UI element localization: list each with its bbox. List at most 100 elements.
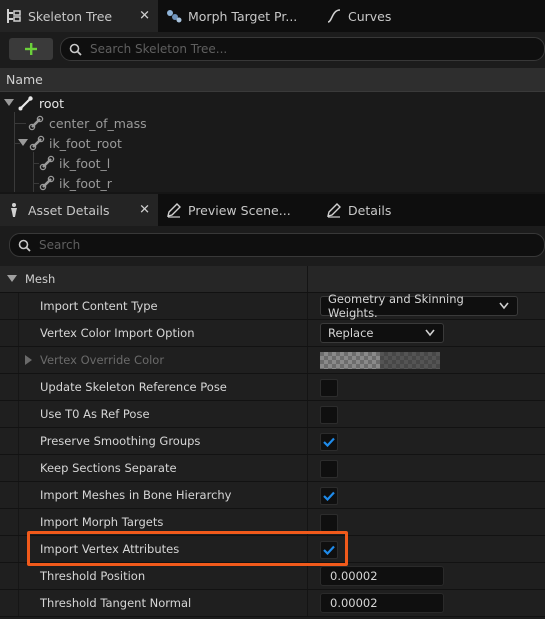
color-swatch[interactable]: [320, 352, 440, 369]
property-row-preserve-smoothing-groups: Preserve Smoothing Groups: [0, 428, 545, 455]
tab-asset-details[interactable]: Asset Details ✕: [0, 194, 158, 226]
skeleton-tree: root center_of_mass ik_foot_root ik_foot…: [0, 92, 545, 192]
section-title: Mesh: [25, 272, 56, 286]
column-divider: [307, 455, 308, 481]
close-icon[interactable]: ✕: [139, 203, 150, 218]
bone-icon: [28, 134, 46, 152]
property-row-use-t0-as-ref-pose: Use T0 As Ref Pose: [0, 401, 545, 428]
section-header-mesh[interactable]: Mesh: [0, 266, 545, 293]
bone-label: ik_foot_r: [59, 176, 112, 191]
row-indent: [18, 428, 19, 454]
property-row-threshold-tangent-normal: Threshold Tangent Normal 0.00002: [0, 590, 545, 617]
search-icon: [69, 43, 82, 56]
row-indent: [18, 590, 19, 616]
row-indent: [18, 563, 19, 589]
property-label: Import Morph Targets: [40, 515, 164, 529]
update-skeleton-reference-pose-checkbox[interactable]: [320, 379, 338, 397]
expand-arrow-icon[interactable]: [4, 99, 14, 107]
add-button[interactable]: [9, 38, 53, 60]
property-label: Import Meshes in Bone Hierarchy: [40, 488, 232, 502]
threshold-position-input[interactable]: 0.00002: [320, 566, 444, 586]
column-divider: [307, 347, 308, 373]
collapse-arrow-icon[interactable]: [7, 275, 17, 283]
tree-row[interactable]: ik_foot_l: [0, 153, 545, 173]
search-skeleton-input[interactable]: [90, 42, 544, 56]
checkmark-icon: [323, 437, 335, 447]
column-divider: [307, 563, 308, 589]
bone-icon: [27, 114, 45, 132]
row-indent: [18, 482, 19, 508]
expand-arrow-icon[interactable]: [18, 139, 28, 147]
skeleton-search: [60, 37, 545, 61]
search-icon: [18, 239, 31, 252]
import-morph-targets-checkbox[interactable]: [320, 514, 338, 532]
row-indent: [18, 374, 19, 400]
vertex-color-import-dropdown[interactable]: Replace: [320, 323, 444, 343]
tab-label: Asset Details: [28, 202, 110, 218]
column-divider: [307, 401, 308, 427]
column-divider: [307, 590, 308, 616]
property-row-keep-sections-separate: Keep Sections Separate: [0, 455, 545, 482]
close-icon[interactable]: ✕: [139, 9, 150, 24]
row-indent: [18, 320, 19, 346]
tree-row[interactable]: root: [0, 93, 545, 113]
preserve-smoothing-groups-checkbox[interactable]: [320, 433, 338, 451]
import-content-type-dropdown[interactable]: Geometry and Skinning Weights.: [320, 292, 518, 320]
use-t0-as-ref-pose-checkbox[interactable]: [320, 406, 338, 424]
bone-label: ik_foot_root: [49, 136, 122, 151]
details-search-input[interactable]: [39, 238, 544, 252]
property-label: Vertex Override Color: [40, 353, 165, 367]
property-label: Vertex Color Import Option: [40, 326, 195, 340]
pencil-icon: [166, 202, 182, 218]
property-row-import-content-type: Import Content Type Geometry and Skinnin…: [0, 292, 545, 320]
property-row-vertex-override-color: Vertex Override Color: [0, 347, 545, 374]
row-indent: [18, 347, 19, 373]
property-row-update-skeleton-reference-pose: Update Skeleton Reference Pose: [0, 374, 545, 401]
column-divider: [307, 293, 308, 319]
dropdown-value: Geometry and Skinning Weights.: [328, 292, 464, 320]
property-label: Threshold Tangent Normal: [40, 596, 192, 610]
checkmark-icon: [323, 491, 335, 501]
tab-morph-target-preview[interactable]: Morph Target Pr...: [160, 0, 310, 32]
bone-label: ik_foot_l: [59, 156, 111, 171]
property-label: Keep Sections Separate: [40, 461, 177, 475]
column-divider: [307, 266, 308, 292]
tab-label: Skeleton Tree: [28, 8, 113, 24]
property-label: Import Content Type: [40, 299, 158, 313]
alpha-preview: [380, 352, 440, 369]
row-indent: [18, 509, 19, 535]
tree-column-header[interactable]: Name: [0, 68, 545, 92]
bone-icon: [38, 154, 56, 172]
chevron-down-icon: [499, 302, 509, 310]
bone-label: center_of_mass: [49, 116, 147, 131]
skeleton-tree-icon: [6, 8, 22, 24]
tab-skeleton-tree[interactable]: Skeleton Tree ✕: [0, 0, 158, 32]
property-label: Preserve Smoothing Groups: [40, 434, 201, 448]
keep-sections-separate-checkbox[interactable]: [320, 460, 338, 478]
property-label: Use T0 As Ref Pose: [40, 407, 150, 421]
root-bone-icon: [17, 94, 35, 112]
row-indent: [18, 536, 19, 562]
morph-target-icon: [166, 8, 182, 24]
tab-preview-scene[interactable]: Preview Scene...: [160, 194, 315, 226]
expand-arrow-icon[interactable]: [25, 355, 32, 365]
column-divider: [307, 428, 308, 454]
tree-row[interactable]: center_of_mass: [0, 113, 545, 133]
dropdown-value: Replace: [328, 326, 374, 340]
bone-icon: [38, 174, 56, 192]
tree-row[interactable]: ik_foot_root: [0, 133, 545, 153]
bone-label: root: [39, 96, 65, 111]
tab-curves[interactable]: Curves: [320, 0, 470, 32]
tree-row[interactable]: ik_foot_r: [0, 173, 545, 193]
tab-label: Morph Target Pr...: [188, 8, 298, 24]
threshold-tangent-normal-input[interactable]: 0.00002: [320, 593, 444, 613]
asset-details-icon: [6, 202, 22, 218]
property-label: Update Skeleton Reference Pose: [40, 380, 227, 394]
chevron-down-icon: [425, 329, 435, 337]
property-label: Threshold Position: [40, 569, 146, 583]
import-meshes-in-bone-hierarchy-checkbox[interactable]: [320, 487, 338, 505]
details-tab-bar: Asset Details ✕ Preview Scene... Details: [0, 194, 545, 226]
tab-details[interactable]: Details: [320, 194, 470, 226]
property-row-vertex-color-import-option: Vertex Color Import Option Replace: [0, 320, 545, 347]
plus-icon: [25, 43, 37, 55]
